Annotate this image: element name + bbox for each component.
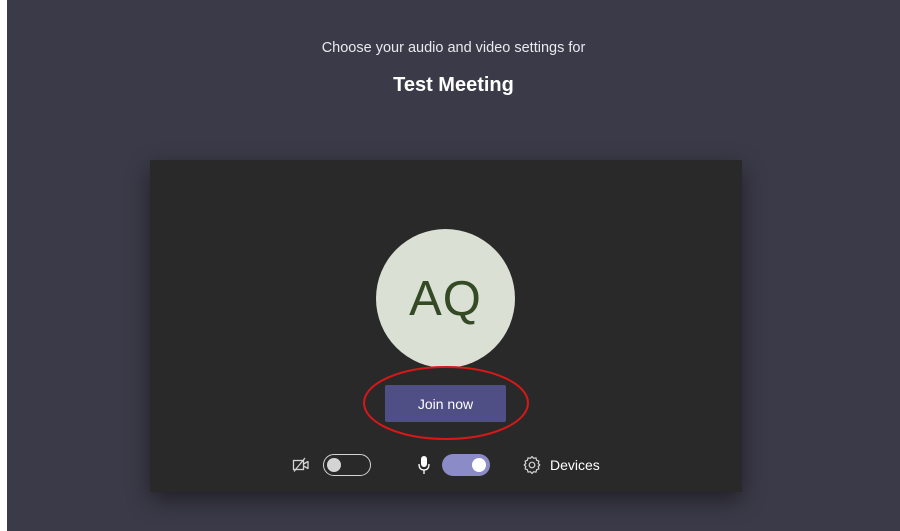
gear-icon — [523, 455, 541, 475]
media-controls-bar: Devices — [150, 450, 742, 480]
avatar-initials: AQ — [409, 271, 482, 326]
join-now-button[interactable]: Join now — [385, 385, 506, 422]
camera-toggle[interactable] — [323, 454, 371, 476]
microphone-toggle-knob — [472, 458, 486, 472]
microphone-toggle[interactable] — [442, 454, 490, 476]
devices-label: Devices — [550, 457, 600, 473]
devices-button[interactable]: Devices — [522, 453, 600, 477]
camera-toggle-knob — [327, 457, 341, 472]
microphone-icon — [418, 456, 430, 474]
meeting-prejoin-screen: Choose your audio and video settings for… — [7, 0, 900, 531]
meeting-title: Test Meeting — [393, 74, 514, 96]
settings-subtitle: Choose your audio and video settings for — [321, 40, 586, 56]
video-preview-panel: AQ Join now Devices — [150, 160, 742, 492]
camera-off-icon — [292, 457, 309, 472]
avatar: AQ — [376, 229, 515, 368]
